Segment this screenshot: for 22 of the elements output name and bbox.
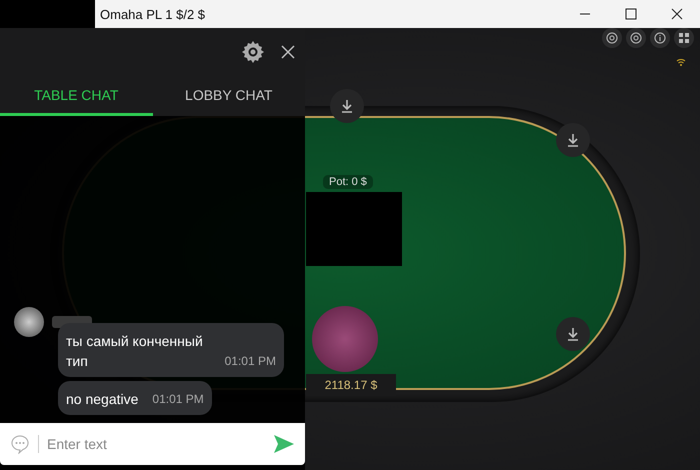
chat-tab[interactable]: LOBBY CHAT	[152, 76, 305, 116]
maximize-icon	[625, 8, 637, 20]
grid-icon[interactable]	[674, 28, 694, 48]
chat-bubble-icon	[10, 434, 30, 454]
close-icon	[671, 8, 683, 20]
close-button[interactable]	[281, 45, 295, 59]
download-icon	[567, 133, 579, 147]
download-icon	[567, 327, 579, 341]
wifi-icon	[676, 58, 686, 66]
window-title: Omaha PL 1 $/2 $	[99, 6, 206, 22]
chat-tab[interactable]: TABLE CHAT	[0, 76, 152, 116]
chat-input-bar[interactable]: Enter text	[0, 423, 305, 465]
message-time: 01:01 PM	[152, 391, 204, 408]
message-time: 01:01 PM	[224, 353, 276, 370]
info-icon[interactable]	[650, 28, 670, 48]
seat-button[interactable]	[330, 89, 364, 123]
download-icon	[341, 99, 353, 113]
message-text: ты самый конченный тип	[66, 332, 204, 371]
settings-button[interactable]	[241, 40, 265, 64]
pot-label: Pot: 0 $	[323, 175, 373, 189]
target-icon[interactable]	[602, 28, 622, 48]
message-text: no negative	[66, 390, 138, 409]
